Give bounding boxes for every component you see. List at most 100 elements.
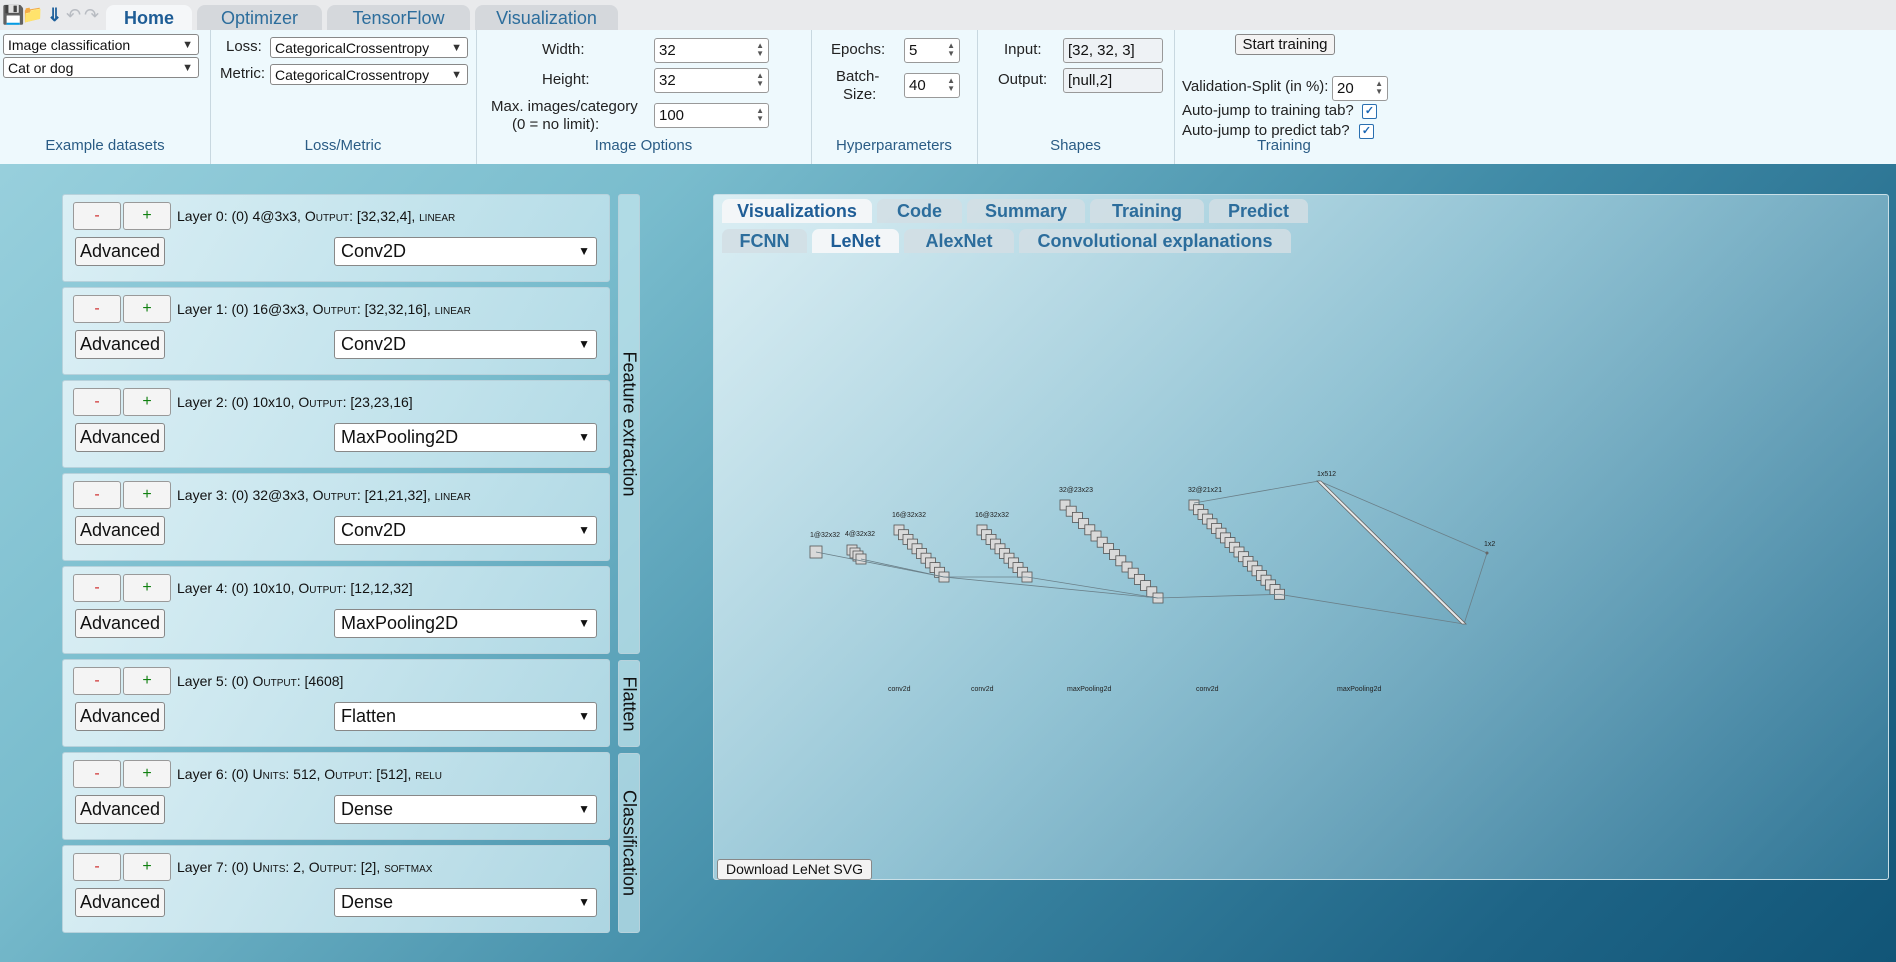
chevron-down-icon: ▼ [578,709,590,723]
layer-type-select[interactable]: Flatten ▼ [334,702,597,731]
spinner-icon[interactable]: ▲ ▼ [1375,80,1383,96]
output-shape-field[interactable]: [null,2] [1063,68,1163,93]
epochs-value: 5 [909,42,918,59]
width-input[interactable]: 32 ▲ ▼ [654,38,769,63]
spinner-icon[interactable]: ▲ ▼ [756,107,764,123]
layer-info-part: relu [415,766,442,782]
remove-layer-button[interactable]: - [73,760,121,788]
dataset-category-value: Image classification [8,37,131,53]
add-layer-button[interactable]: + [123,202,171,230]
download-icon[interactable]: ⇓ [47,5,62,25]
advanced-button[interactable]: Advanced [75,795,165,824]
remove-layer-button[interactable]: - [73,574,121,602]
metric-select[interactable]: CategoricalCrossentropy ▼ [270,64,468,85]
output-shape-value: [null,2] [1068,72,1113,89]
chevron-down-icon: ▼ [578,895,590,909]
feature-extraction-label: Feature extraction [619,351,640,497]
chevron-down-icon: ▼ [578,430,590,444]
remove-layer-button[interactable]: - [73,202,121,230]
layer-type-value: Conv2D [341,520,407,540]
layer-info: Layer 0: (0) 4@3x3, Output: [32,32,4], l… [177,208,455,224]
add-layer-button[interactable]: + [123,760,171,788]
advanced-button[interactable]: Advanced [75,423,165,452]
layer-info-part: Output [298,394,343,410]
download-lenet-svg-button[interactable]: Download LeNet SVG [717,859,872,880]
layer-info-part: Units [252,859,286,875]
remove-layer-button[interactable]: - [73,667,121,695]
max-images-input[interactable]: 100 ▲ ▼ [654,103,769,128]
open-folder-icon[interactable]: 📁 [22,5,43,25]
tab-tensorflow[interactable]: TensorFlow [327,5,470,30]
advanced-button[interactable]: Advanced [75,888,165,917]
loss-select[interactable]: CategoricalCrossentropy ▼ [270,37,468,58]
spinner-icon[interactable]: ▲ ▼ [756,72,764,88]
layer-info-part: : [4608] [296,673,344,689]
chevron-down-icon: ▼ [182,39,193,51]
tab-visualization[interactable]: Visualization [475,5,618,30]
check-icon: ✓ [1364,105,1375,117]
image-options-label: Image Options [594,137,693,154]
dense-512-bar [1316,480,1467,625]
layer-info: Layer 6: (0) Units: 512, Output: [512], … [177,766,442,782]
layer-info-part: Output [304,208,350,224]
layer-info: Layer 1: (0) 16@3x3, Output: [32,32,16],… [177,301,471,317]
layer-info-part: softmax [384,859,433,875]
layer-type-select[interactable]: MaxPooling2D ▼ [334,423,597,452]
add-layer-button[interactable]: + [123,667,171,695]
spinner-icon[interactable]: ▲ ▼ [947,42,955,58]
remove-layer-button[interactable]: - [73,853,121,881]
start-training-button[interactable]: Start training [1235,34,1335,55]
batch-size-value: 40 [909,77,926,94]
feature-extraction-band: Feature extraction [618,194,640,654]
chevron-down-icon: ▼ [578,244,590,258]
remove-layer-button[interactable]: - [73,295,121,323]
height-value: 32 [659,72,676,89]
add-layer-button[interactable]: + [123,574,171,602]
undo-icon[interactable]: ↶ [66,5,81,25]
ribbon: Image classification ▼ Cat or dog ▼ Exam… [0,30,1896,164]
layer-info: Layer 5: (0) Output: [4608] [177,673,343,689]
layer-card-1: - + Layer 1: (0) 16@3x3, Output: [32,32,… [62,287,610,375]
loss-value: CategoricalCrossentropy [275,40,430,56]
dataset-value: Cat or dog [8,60,74,76]
block-label: 1x2 [1484,541,1495,548]
input-shape-field[interactable]: [32, 32, 3] [1063,38,1163,63]
layer-type-select[interactable]: Conv2D ▼ [334,237,597,266]
batch-size-input[interactable]: 40 ▲ ▼ [904,73,960,98]
metric-value: CategoricalCrossentropy [275,67,430,83]
remove-layer-button[interactable]: - [73,388,121,416]
visualization-panel: Visualizations Code Summary Training Pre… [713,194,1889,880]
remove-layer-button[interactable]: - [73,481,121,509]
add-layer-button[interactable]: + [123,388,171,416]
metric-label: Metric: [220,65,265,82]
layer-info-part: Units [252,766,286,782]
layer-info-part: Layer 5: (0) [177,673,253,689]
epochs-input[interactable]: 5 ▲ ▼ [904,38,960,63]
validation-split-input[interactable]: 20 ▲ ▼ [1332,76,1388,101]
height-input[interactable]: 32 ▲ ▼ [654,68,769,93]
operation-label: conv2d [1196,686,1219,693]
layer-type-select[interactable]: Conv2D ▼ [334,516,597,545]
advanced-button[interactable]: Advanced [75,702,165,731]
redo-icon[interactable]: ↷ [84,5,99,25]
layer-type-select[interactable]: MaxPooling2D ▼ [334,609,597,638]
advanced-button[interactable]: Advanced [75,516,165,545]
layer-type-select[interactable]: Conv2D ▼ [334,330,597,359]
dataset-select[interactable]: Cat or dog ▼ [3,57,199,78]
layer-type-value: Dense [341,799,394,819]
advanced-button[interactable]: Advanced [75,330,165,359]
layer-type-select[interactable]: Dense ▼ [334,888,597,917]
spinner-icon[interactable]: ▲ ▼ [756,42,764,58]
add-layer-button[interactable]: + [123,481,171,509]
dataset-category-select[interactable]: Image classification ▼ [3,34,199,55]
tab-optimizer[interactable]: Optimizer [197,5,322,30]
advanced-button[interactable]: Advanced [75,609,165,638]
tab-home[interactable]: Home [106,5,192,30]
auto-jump-training-checkbox[interactable]: ✓ [1362,104,1377,119]
advanced-button[interactable]: Advanced [75,237,165,266]
add-layer-button[interactable]: + [123,295,171,323]
add-layer-button[interactable]: + [123,853,171,881]
layer-info-part: linear [434,487,471,503]
spinner-icon[interactable]: ▲ ▼ [947,77,955,93]
layer-type-select[interactable]: Dense ▼ [334,795,597,824]
